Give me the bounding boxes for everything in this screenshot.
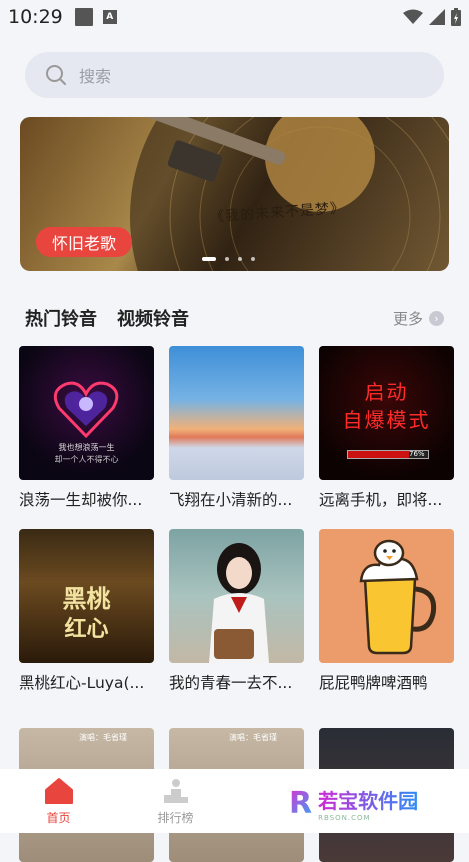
a-notification-icon: A	[102, 10, 117, 24]
card-thumbnail	[169, 529, 304, 663]
ringtone-card[interactable]: 屁屁鸭牌啤酒鸭	[319, 529, 454, 693]
nav-ranking[interactable]: 排行榜	[117, 777, 234, 826]
card-thumbnail: 启动 自爆模式 76%	[319, 346, 454, 480]
search-icon	[46, 65, 66, 85]
signal-icon	[429, 9, 445, 25]
more-label: 更多	[392, 309, 423, 328]
nav-ranking-label: 排行榜	[157, 810, 194, 825]
tab-hot-ringtones[interactable]: 热门铃音	[25, 305, 97, 331]
card-caption-line1: 启动	[364, 380, 409, 404]
ringtone-card[interactable]: 我的青春一去不...	[169, 529, 304, 693]
card-title: 黑桃红心-Luya(...	[19, 674, 145, 692]
podium-icon	[163, 778, 188, 803]
progress-value: 76%	[409, 450, 425, 458]
notification-square-icon	[74, 8, 93, 26]
card-caption-line2: 自爆模式	[342, 408, 431, 432]
beer-duck-icon	[359, 539, 437, 655]
card-title: 我的青春一去不...	[169, 674, 293, 692]
card-caption-line1: 黑桃	[62, 585, 111, 613]
carousel-dot	[225, 257, 229, 261]
status-icons	[403, 8, 461, 26]
card-caption-line1: 我也想浪荡一生	[58, 443, 115, 452]
nav-home-label: 首页	[46, 810, 71, 825]
card-title: 屁屁鸭牌啤酒鸭	[319, 674, 428, 692]
ringtone-card[interactable]: 黑桃 红心 黑桃红心-Luya(...	[19, 529, 154, 693]
card-thumbnail	[319, 529, 454, 663]
search-placeholder: 搜索	[79, 67, 112, 86]
carousel-dot	[238, 257, 242, 261]
card-title: 浪荡一生却被你...	[19, 491, 143, 509]
banner-carousel[interactable]: 《我的未来不是梦》 怀旧老歌	[20, 117, 449, 271]
search-bar[interactable]: 搜索	[25, 52, 444, 98]
status-bar: 10:29 A	[0, 0, 469, 34]
banner-tag[interactable]: 怀旧老歌	[36, 227, 133, 257]
watermark-letter: R	[289, 786, 313, 821]
progress-fill	[348, 451, 409, 458]
card-thumbnail: 我也想浪荡一生 却一个人不得不心	[19, 346, 154, 480]
status-time: 10:29	[8, 6, 63, 28]
chevron-right-icon: ›	[429, 310, 444, 326]
section-tabs: 热门铃音 视频铃音 更多 ›	[25, 304, 444, 332]
ringtone-card[interactable]: 我也想浪荡一生 却一个人不得不心 浪荡一生却被你...	[19, 346, 154, 510]
card-caption-line1: 演唱：毛省瑾	[229, 733, 277, 742]
carousel-dot	[251, 257, 255, 261]
home-icon	[44, 777, 73, 804]
card-caption-line2: 红心	[64, 617, 109, 642]
nav-home[interactable]: 首页	[0, 777, 117, 826]
carousel-dot-active	[202, 257, 216, 261]
ringtone-card[interactable]: 飞翔在小清新的...	[169, 346, 304, 510]
girl-photo-image	[209, 543, 269, 663]
more-button[interactable]: 更多 ›	[393, 308, 444, 329]
watermark-logo: R 若宝软件园 RBSON.COM	[289, 785, 418, 822]
tab-video-ringtones[interactable]: 视频铃音	[117, 305, 189, 331]
battery-charging-icon	[451, 8, 461, 26]
card-caption-line2: 却一个人不得不心	[54, 455, 119, 464]
wifi-icon	[403, 9, 423, 24]
ringtone-card[interactable]: 启动 自爆模式 76% 远离手机，即将...	[319, 346, 454, 510]
card-thumbnail: 黑桃 红心	[19, 529, 154, 663]
watermark-text: 若宝软件园	[318, 785, 418, 814]
watermark-url: RBSON.COM	[318, 814, 371, 822]
carousel-indicator	[202, 257, 255, 261]
card-title: 远离手机，即将...	[319, 491, 443, 509]
card-title: 飞翔在小清新的...	[169, 491, 293, 509]
card-caption-line1: 演唱：毛省瑾	[79, 733, 127, 742]
card-thumbnail	[169, 346, 304, 480]
